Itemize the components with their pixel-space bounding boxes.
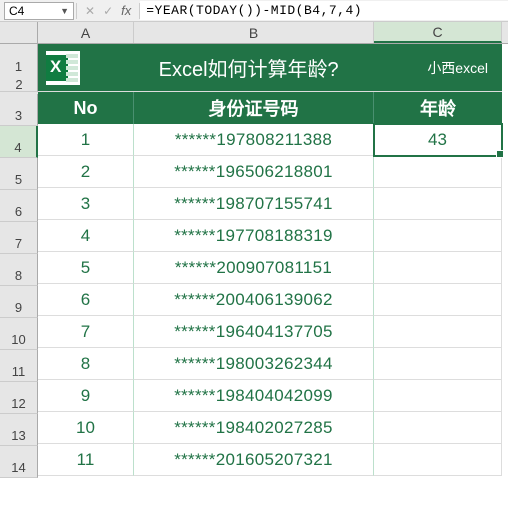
cell-id[interactable]: ******200406139062	[134, 284, 374, 316]
cell-no[interactable]: 3	[38, 188, 134, 220]
cell-age[interactable]	[374, 284, 502, 316]
cell-id[interactable]: ******200907081151	[134, 252, 374, 284]
cell-no[interactable]: 8	[38, 348, 134, 380]
banner-author: 小西excel	[427, 58, 502, 78]
cell-id[interactable]: ******196506218801	[134, 156, 374, 188]
header-age[interactable]: 年龄	[374, 92, 502, 124]
cell-id[interactable]: ******198003262344	[134, 348, 374, 380]
table-row: 1******19780821138843	[38, 124, 502, 156]
cell-id[interactable]: ******196404137705	[134, 316, 374, 348]
row-header[interactable]: 13	[0, 414, 38, 446]
cell-no[interactable]: 1	[38, 124, 134, 156]
cell-age[interactable]	[374, 188, 502, 220]
cell-age[interactable]	[374, 156, 502, 188]
cell-id[interactable]: ******201605207321	[134, 444, 374, 476]
table-row: 2******196506218801	[38, 156, 502, 188]
select-all-corner[interactable]	[0, 22, 38, 43]
column-header-a[interactable]: A	[38, 22, 134, 43]
header-id[interactable]: 身份证号码	[134, 92, 374, 124]
cell-no[interactable]: 4	[38, 220, 134, 252]
cell-no[interactable]: 9	[38, 380, 134, 412]
name-box-value: C4	[9, 4, 24, 18]
table-row: 3******198707155741	[38, 188, 502, 220]
formula-bar: C4 ▼ ✕ ✓ fx	[0, 0, 508, 22]
table-row: 7******196404137705	[38, 316, 502, 348]
row-header[interactable]: 7	[0, 222, 38, 254]
row-header[interactable]: 3	[0, 94, 38, 126]
row-header[interactable]: 5	[0, 158, 38, 190]
formula-bar-buttons: ✕ ✓ fx	[77, 3, 139, 18]
banner: X Excel如何计算年龄? 小西excel	[38, 44, 502, 92]
column-header-b[interactable]: B	[134, 22, 374, 43]
cell-age[interactable]	[374, 220, 502, 252]
table-row: 8******198003262344	[38, 348, 502, 380]
row-headers: 1 2 3 4 5 6 7 8 9 10 11 12 13 14	[0, 44, 38, 478]
cell-age[interactable]	[374, 412, 502, 444]
row-header[interactable]: 14	[0, 446, 38, 478]
banner-title: Excel如何计算年龄?	[80, 53, 427, 82]
table-row: 5******200907081151	[38, 252, 502, 284]
table-row: 6******200406139062	[38, 284, 502, 316]
cell-no[interactable]: 6	[38, 284, 134, 316]
cell-age[interactable]	[374, 444, 502, 476]
row-header[interactable]: 9	[0, 286, 38, 318]
cell-id[interactable]: ******198404042099	[134, 380, 374, 412]
row-header[interactable]: 4	[0, 126, 38, 158]
cell-no[interactable]: 10	[38, 412, 134, 444]
table-row: 9******198404042099	[38, 380, 502, 412]
row-header[interactable]: 10	[0, 318, 38, 350]
table-row: 11******201605207321	[38, 444, 502, 476]
name-box[interactable]: C4 ▼	[4, 2, 74, 20]
row-header[interactable]: 8	[0, 254, 38, 286]
header-no[interactable]: No	[38, 92, 134, 124]
cell-id[interactable]: ******198402027285	[134, 412, 374, 444]
row-header[interactable]: 12	[0, 382, 38, 414]
table-row: 10******198402027285	[38, 412, 502, 444]
cell-age[interactable]: 43	[374, 124, 502, 156]
confirm-icon[interactable]: ✓	[103, 4, 113, 18]
cell-age[interactable]	[374, 252, 502, 284]
fx-icon[interactable]: fx	[121, 3, 131, 18]
cell-id[interactable]: ******198707155741	[134, 188, 374, 220]
formula-input[interactable]	[140, 1, 508, 20]
cell-id[interactable]: ******197708188319	[134, 220, 374, 252]
cell-no[interactable]: 7	[38, 316, 134, 348]
cell-no[interactable]: 2	[38, 156, 134, 188]
cell-no[interactable]: 11	[38, 444, 134, 476]
name-box-dropdown-icon[interactable]: ▼	[60, 6, 69, 16]
grid[interactable]: X Excel如何计算年龄? 小西excel No 身份证号码 年龄 1****…	[38, 44, 508, 478]
row-header[interactable]: 6	[0, 190, 38, 222]
cell-no[interactable]: 5	[38, 252, 134, 284]
cell-age[interactable]	[374, 380, 502, 412]
column-headers: A B C	[0, 22, 508, 44]
cell-age[interactable]	[374, 316, 502, 348]
table-header-row: No 身份证号码 年龄	[38, 92, 502, 124]
table-row: 4******197708188319	[38, 220, 502, 252]
cancel-icon[interactable]: ✕	[85, 4, 95, 18]
excel-logo-icon: X	[46, 51, 80, 85]
row-header[interactable]: 11	[0, 350, 38, 382]
cell-age[interactable]	[374, 348, 502, 380]
cell-id[interactable]: ******197808211388	[134, 124, 374, 156]
column-header-c[interactable]: C	[374, 22, 502, 43]
